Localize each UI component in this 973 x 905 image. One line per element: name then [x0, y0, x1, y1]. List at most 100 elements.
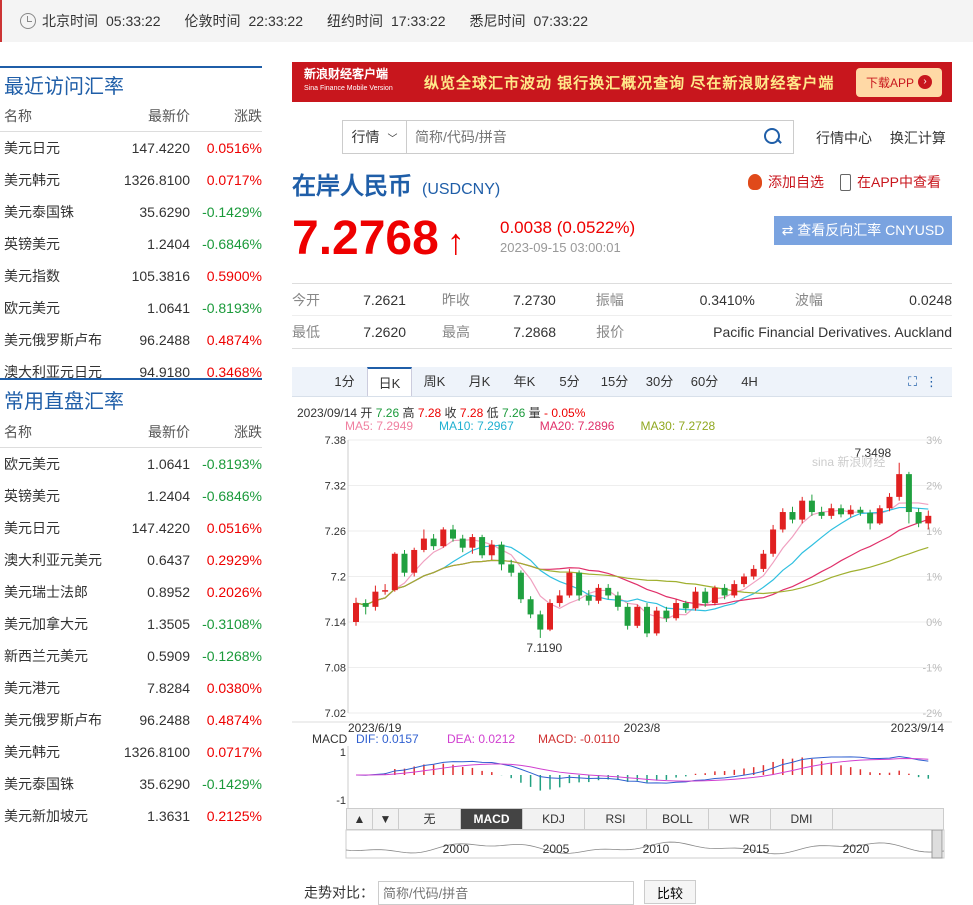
open-in-app-button[interactable]: 在APP中查看 — [857, 172, 941, 192]
compare-input[interactable] — [378, 881, 634, 905]
rate-row[interactable]: 欧元美元 1.0641 -0.8193% — [0, 448, 262, 480]
rate-row[interactable]: 美元指数 105.3816 0.5900% — [0, 260, 262, 292]
col-price: 最新价 — [148, 423, 190, 440]
rate-row[interactable]: 美元俄罗斯卢布 96.2488 0.4874% — [0, 324, 262, 356]
download-app-button[interactable]: 下载APP › — [855, 67, 942, 97]
rate-change: 0.0516% — [206, 520, 262, 536]
y-tick-label: 7.2 — [331, 572, 346, 584]
arrow-up-icon[interactable]: ▲ — [347, 809, 373, 829]
fullscreen-icon[interactable]: ⛶⋮ — [902, 367, 952, 396]
rate-name[interactable]: 美元指数 — [0, 266, 120, 286]
rate-row[interactable]: 美元新加坡元 1.3631 0.2125% — [0, 800, 262, 832]
rate-row[interactable]: 欧元美元 1.0641 -0.8193% — [0, 292, 262, 324]
rate-name[interactable]: 美元港元 — [0, 678, 120, 698]
candle-body — [838, 508, 844, 515]
indicator-boll[interactable]: BOLL — [647, 809, 709, 829]
rate-name[interactable]: 美元泰国铢 — [0, 774, 120, 794]
candle-body — [382, 590, 389, 592]
rate-change: -0.8193% — [202, 300, 262, 316]
reverse-rate-button[interactable]: ⇄ 查看反向汇率 CNYUSD — [774, 216, 952, 245]
rate-row[interactable]: 美元泰国铢 35.6290 -0.1429% — [0, 768, 262, 800]
market-center-link[interactable]: 行情中心 — [816, 130, 872, 146]
candle — [362, 599, 369, 615]
candle-body — [450, 529, 456, 539]
rate-row[interactable]: 美元瑞士法郎 0.8952 0.2026% — [0, 576, 262, 608]
rate-change: -0.6846% — [202, 236, 262, 252]
world-clock-bar: 北京时间 05:33:22 伦敦时间 22:33:22 纽约时间 17:33:22 悉… — [0, 0, 973, 42]
rate-name[interactable]: 欧元美元 — [0, 298, 120, 318]
tab-30min[interactable]: 30分 — [637, 367, 682, 396]
recent-rates-title: 最近访问汇率 — [0, 66, 262, 100]
tab-4h[interactable]: 4H — [727, 367, 772, 396]
arrow-down-icon[interactable]: ▼ — [373, 809, 399, 829]
candle-body — [585, 595, 592, 601]
indicator-kdj[interactable]: KDJ — [523, 809, 585, 829]
tab-daily[interactable]: 日K — [367, 367, 412, 396]
rate-row[interactable]: 英镑美元 1.2404 -0.6846% — [0, 228, 262, 260]
indicator-wr[interactable]: WR — [709, 809, 771, 829]
candle — [896, 462, 903, 501]
rate-name[interactable]: 美元韩元 — [0, 742, 120, 762]
rate-row[interactable]: 美元加拿大元 1.3505 -0.3108% — [0, 608, 262, 640]
rate-row[interactable]: 美元韩元 1326.8100 0.0717% — [0, 736, 262, 768]
candle — [614, 591, 621, 611]
indicator-none[interactable]: 无 — [399, 809, 461, 829]
candle-body — [760, 553, 767, 569]
exchange-calc-link[interactable]: 换汇计算 — [890, 130, 946, 146]
tab-5min[interactable]: 5分 — [547, 367, 592, 396]
recent-rates-panel: 最近访问汇率 名称 最新价 涨跌 美元日元 147.4220 0.0516% 美元韩元… — [0, 42, 262, 388]
app-promo-banner[interactable]: 新浪财经客户端 Sina Finance Mobile Version 纵览全球汇… — [292, 62, 952, 102]
rate-name[interactable]: 欧元美元 — [0, 454, 120, 474]
candle-body — [857, 509, 864, 513]
rate-name[interactable]: 澳大利亚元美元 — [0, 550, 120, 570]
rate-row[interactable]: 美元日元 147.4220 0.0516% — [0, 512, 262, 544]
rate-name[interactable]: 美元俄罗斯卢布 — [0, 710, 120, 730]
rate-row[interactable]: 美元俄罗斯卢布 96.2488 0.4874% — [0, 704, 262, 736]
tab-15min[interactable]: 15分 — [592, 367, 637, 396]
rate-price: 1.3505 — [147, 616, 190, 632]
tab-monthly[interactable]: 月K — [457, 367, 502, 396]
rate-name[interactable]: 美元俄罗斯卢布 — [0, 330, 120, 350]
recent-rates-header: 名称 最新价 涨跌 — [0, 100, 262, 132]
rate-name[interactable]: 英镑美元 — [0, 486, 120, 506]
rate-name[interactable]: 美元泰国铢 — [0, 202, 120, 222]
market-select[interactable]: 行情 ﹀ — [343, 121, 407, 153]
rate-name[interactable]: 美元加拿大元 — [0, 614, 120, 634]
indicator-dmi[interactable]: DMI — [771, 809, 833, 829]
rate-row[interactable]: 澳大利亚元美元 0.6437 0.2929% — [0, 544, 262, 576]
candle-body — [867, 512, 874, 524]
tab-60min[interactable]: 60分 — [682, 367, 727, 396]
candle-body — [779, 512, 786, 530]
rate-name[interactable]: 新西兰元美元 — [0, 646, 120, 666]
rate-name[interactable]: 美元日元 — [0, 518, 120, 538]
y-tick-label: 7.02 — [325, 708, 346, 720]
tab-yearly[interactable]: 年K — [502, 367, 547, 396]
rate-name[interactable]: 英镑美元 — [0, 234, 120, 254]
kline-chart[interactable]: 7.387.327.267.27.147.087.023%2%1%1%0%-1%… — [292, 430, 952, 860]
tab-weekly[interactable]: 周K — [412, 367, 457, 396]
candle — [818, 506, 825, 519]
tab-1min[interactable]: 1分 — [322, 367, 367, 396]
add-watchlist-button[interactable]: 添加自选 — [768, 172, 824, 192]
search-icon[interactable] — [763, 127, 783, 147]
rate-row[interactable]: 英镑美元 1.2404 -0.6846% — [0, 480, 262, 512]
rate-row[interactable]: 美元港元 7.8284 0.0380% — [0, 672, 262, 704]
rate-name[interactable]: 美元新加坡元 — [0, 806, 120, 826]
rate-row[interactable]: 美元韩元 1326.8100 0.0717% — [0, 164, 262, 196]
rate-name[interactable]: 美元韩元 — [0, 170, 120, 190]
indicator-macd[interactable]: MACD — [461, 809, 523, 829]
rate-row[interactable]: 美元泰国铢 35.6290 -0.1429% — [0, 196, 262, 228]
rate-change: 0.5900% — [206, 268, 262, 284]
quote-actions: 添加自选 在APP中查看 — [748, 172, 941, 192]
rate-name[interactable]: 美元瑞士法郎 — [0, 582, 120, 602]
top-links: 行情中心 换汇计算 — [816, 128, 960, 148]
candle-body — [624, 606, 631, 626]
rate-row[interactable]: 美元日元 147.4220 0.0516% — [0, 132, 262, 164]
candle — [711, 585, 718, 606]
indicator-rsi[interactable]: RSI — [585, 809, 647, 829]
rate-row[interactable]: 新西兰元美元 0.5909 -0.1268% — [0, 640, 262, 672]
page-title: 在岸人民币 (USDCNY) — [292, 173, 501, 200]
rate-name[interactable]: 美元日元 — [0, 138, 120, 158]
search-input[interactable] — [407, 121, 763, 153]
compare-button[interactable]: 比较 — [644, 880, 696, 904]
